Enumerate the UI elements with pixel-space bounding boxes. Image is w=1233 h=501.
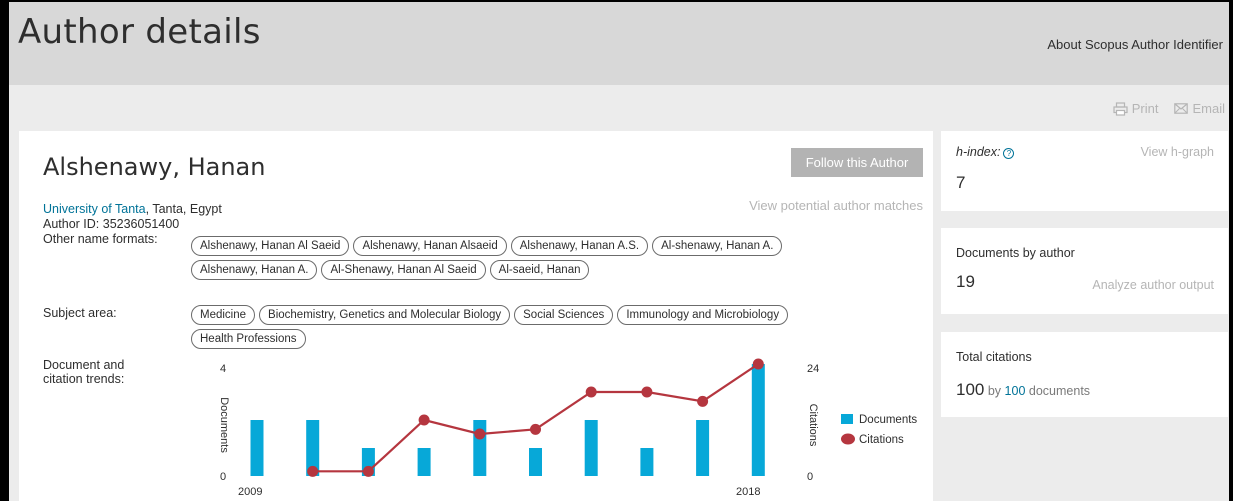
citations-documents-text: documents bbox=[1028, 384, 1091, 398]
trends-label-line1: Document and bbox=[43, 358, 125, 372]
documents-bar-2017[interactable] bbox=[696, 420, 710, 476]
citations-point-2013[interactable] bbox=[474, 428, 486, 440]
x-tick-last: 2018 bbox=[736, 486, 760, 498]
citations-point-2016[interactable] bbox=[641, 386, 653, 398]
print-label: Print bbox=[1131, 101, 1159, 116]
name-format-chip[interactable]: Alshenawy, Hanan Alsaeid bbox=[353, 236, 507, 256]
citations-value: 100 bbox=[956, 380, 985, 399]
author-details-card: Alshenawy, Hanan Follow this Author View… bbox=[19, 131, 933, 501]
documents-bar-2009[interactable] bbox=[250, 420, 264, 476]
email-label: Email bbox=[1192, 101, 1225, 116]
envelope-icon bbox=[1174, 103, 1189, 114]
legend-documents-swatch bbox=[841, 414, 853, 424]
y-tick-bottom: 0 bbox=[220, 471, 226, 483]
citations-point-2014[interactable] bbox=[530, 423, 541, 435]
trends-chart: 4 0 24 0 2009 2018 Documents Citations D… bbox=[218, 358, 917, 498]
analyze-output-link[interactable]: Analyze author output bbox=[1092, 278, 1214, 292]
name-format-chip[interactable]: Alshenawy, Hanan A. bbox=[191, 260, 318, 280]
email-button[interactable]: Email bbox=[1174, 101, 1225, 116]
legend-citations-label: Citations bbox=[859, 434, 904, 446]
help-icon[interactable]: ? bbox=[1003, 148, 1015, 159]
author-name: Alshenawy, Hanan bbox=[43, 153, 266, 181]
h-index-card: h-index:? View h-graph 7 bbox=[941, 131, 1228, 211]
documents-card: Documents by author 19 Analyze author ou… bbox=[941, 228, 1228, 314]
documents-value: 19 bbox=[956, 272, 975, 291]
citations-summary: 100 by 100 documents bbox=[956, 380, 1090, 400]
page-header: Author details About Scopus Author Ident… bbox=[9, 2, 1229, 85]
subject-chip[interactable]: Immunology and Microbiology bbox=[617, 305, 789, 325]
trends-label: Document and citation trends: bbox=[43, 358, 124, 386]
view-h-graph-link[interactable]: View h-graph bbox=[1141, 145, 1214, 159]
name-format-chip[interactable]: Alshenawy, Hanan A.S. bbox=[510, 236, 649, 256]
citations-point-2018[interactable] bbox=[752, 358, 764, 370]
documents-bar-2013[interactable] bbox=[473, 420, 487, 476]
citations-card: Total citations 100 by 100 documents bbox=[941, 332, 1228, 417]
affiliation: University of Tanta, Tanta, Egypt bbox=[43, 202, 222, 216]
documents-bar-2018[interactable] bbox=[751, 364, 765, 476]
documents-bar-2014[interactable] bbox=[529, 448, 542, 476]
h-index-text: h-index: bbox=[956, 145, 1001, 159]
other-names-label: Other name formats: bbox=[43, 232, 158, 246]
documents-bar-2015[interactable] bbox=[584, 420, 598, 476]
name-format-chip[interactable]: Alshenawy, Hanan Al Saeid bbox=[191, 236, 350, 256]
affiliation-location: , Tanta, Egypt bbox=[145, 202, 222, 216]
legend-citations-swatch bbox=[841, 433, 855, 445]
potential-matches-link[interactable]: View potential author matches bbox=[749, 198, 923, 213]
other-names-list: Alshenawy, Hanan Al Saeid Alshenawy, Han… bbox=[191, 236, 831, 280]
citations-point-2011[interactable] bbox=[362, 465, 374, 477]
name-format-chip[interactable]: Al-shenawy, Hanan A. bbox=[652, 236, 783, 256]
citations-point-2017[interactable] bbox=[697, 395, 709, 407]
affiliation-link[interactable]: University of Tanta bbox=[43, 202, 146, 216]
documents-bars bbox=[250, 364, 765, 476]
h-index-label: h-index:? bbox=[956, 145, 1015, 159]
citations-point-2015[interactable] bbox=[585, 386, 597, 398]
documents-bar-2012[interactable] bbox=[417, 448, 431, 476]
trends-label-line2: citation trends: bbox=[43, 372, 125, 386]
y-right-axis-label: Citations bbox=[807, 404, 819, 447]
y-axis-label: Documents bbox=[218, 397, 230, 453]
about-author-identifier-link[interactable]: About Scopus Author Identifier bbox=[1047, 37, 1223, 52]
y-right-tick-bottom: 0 bbox=[807, 471, 813, 483]
h-index-value: 7 bbox=[956, 173, 966, 192]
y-right-tick-top: 24 bbox=[807, 363, 819, 375]
page-frame: Author details About Scopus Author Ident… bbox=[0, 0, 1233, 501]
name-format-chip[interactable]: Al-Shenawy, Hanan Al Saeid bbox=[321, 260, 486, 280]
subject-area-label: Subject area: bbox=[43, 306, 117, 320]
print-button[interactable]: Print bbox=[1113, 101, 1159, 116]
citations-label: Total citations bbox=[956, 350, 1032, 364]
documents-bar-2016[interactable] bbox=[640, 448, 654, 476]
author-id: Author ID: 35236051400 bbox=[43, 217, 180, 231]
name-format-chip[interactable]: Al-saeid, Hanan bbox=[489, 260, 590, 280]
citations-point-2012[interactable] bbox=[418, 414, 430, 426]
subject-area-list: Medicine Biochemistry, Genetics and Mole… bbox=[191, 305, 831, 349]
x-tick-first: 2009 bbox=[238, 486, 262, 498]
y-tick-top: 4 bbox=[220, 363, 226, 375]
printer-icon bbox=[1113, 101, 1128, 116]
documents-label: Documents by author bbox=[956, 246, 1075, 260]
page-title: Author details bbox=[18, 12, 261, 52]
subject-chip[interactable]: Biochemistry, Genetics and Molecular Bio… bbox=[259, 305, 511, 325]
subject-chip[interactable]: Medicine bbox=[191, 305, 256, 325]
citations-point-2010[interactable] bbox=[307, 465, 319, 477]
follow-author-button[interactable]: Follow this Author bbox=[791, 148, 923, 177]
subject-chip[interactable]: Health Professions bbox=[191, 329, 306, 349]
legend-documents-label: Documents bbox=[859, 414, 917, 426]
toolbar: Print Email bbox=[1113, 101, 1225, 116]
citations-by: by bbox=[987, 384, 1002, 398]
subject-chip[interactable]: Social Sciences bbox=[514, 305, 614, 325]
citations-documents-link[interactable]: 100 bbox=[1005, 384, 1026, 398]
